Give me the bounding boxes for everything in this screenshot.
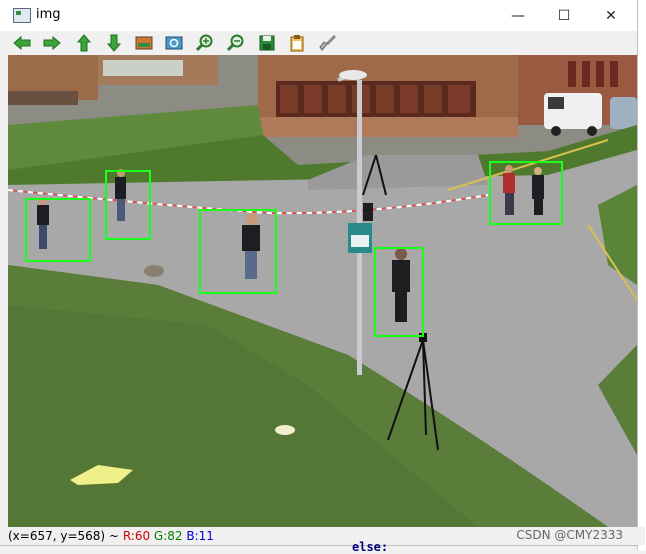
background-code-line: else: bbox=[352, 540, 389, 554]
clipboard-icon bbox=[290, 35, 304, 52]
window-title: img bbox=[36, 7, 61, 22]
pixel-red-value: R:60 bbox=[122, 529, 151, 543]
pan-right-button[interactable] bbox=[42, 34, 62, 52]
arrow-up-icon bbox=[76, 34, 92, 52]
image-window: img — ☐ ✕ (x=657, y=568) ~ R:60 G:82 B:1… bbox=[0, 0, 645, 546]
zoom-in-button[interactable] bbox=[195, 34, 215, 52]
zoom-region-button[interactable] bbox=[164, 34, 184, 52]
pan-down-button[interactable] bbox=[104, 34, 124, 52]
zoom-window-icon bbox=[165, 36, 183, 50]
surveillance-scene bbox=[8, 55, 637, 527]
save-icon bbox=[259, 35, 275, 51]
app-icon bbox=[13, 8, 31, 23]
zoom-in-icon bbox=[196, 34, 213, 52]
image-canvas[interactable] bbox=[8, 55, 637, 527]
background-editor-strip bbox=[637, 0, 646, 551]
title-bar[interactable]: img — ☐ ✕ bbox=[0, 0, 637, 31]
pixel-blue-value: B:11 bbox=[186, 529, 214, 543]
arrow-right-icon bbox=[43, 35, 61, 51]
pixel-green-value: G:82 bbox=[153, 529, 183, 543]
minimize-button[interactable]: — bbox=[495, 0, 541, 31]
arrow-left-icon bbox=[13, 35, 31, 51]
save-button[interactable] bbox=[257, 34, 277, 52]
pan-left-button[interactable] bbox=[12, 34, 32, 52]
zoom-fit-button[interactable] bbox=[134, 34, 154, 52]
zoom-out-button[interactable] bbox=[226, 34, 246, 52]
zoom-out-icon bbox=[227, 34, 244, 52]
maximize-button[interactable]: ☐ bbox=[541, 0, 587, 31]
image-icon bbox=[135, 36, 153, 50]
properties-button[interactable] bbox=[318, 34, 338, 52]
watermark: CSDN @CMY2333 bbox=[516, 528, 623, 542]
arrow-down-icon bbox=[106, 34, 122, 52]
copy-button[interactable] bbox=[287, 34, 307, 52]
pan-up-button[interactable] bbox=[74, 34, 94, 52]
brush-icon bbox=[319, 34, 337, 51]
cursor-coords: (x=657, y=568) ~ bbox=[8, 529, 119, 543]
toolbar bbox=[0, 31, 637, 55]
close-button[interactable]: ✕ bbox=[588, 0, 634, 31]
